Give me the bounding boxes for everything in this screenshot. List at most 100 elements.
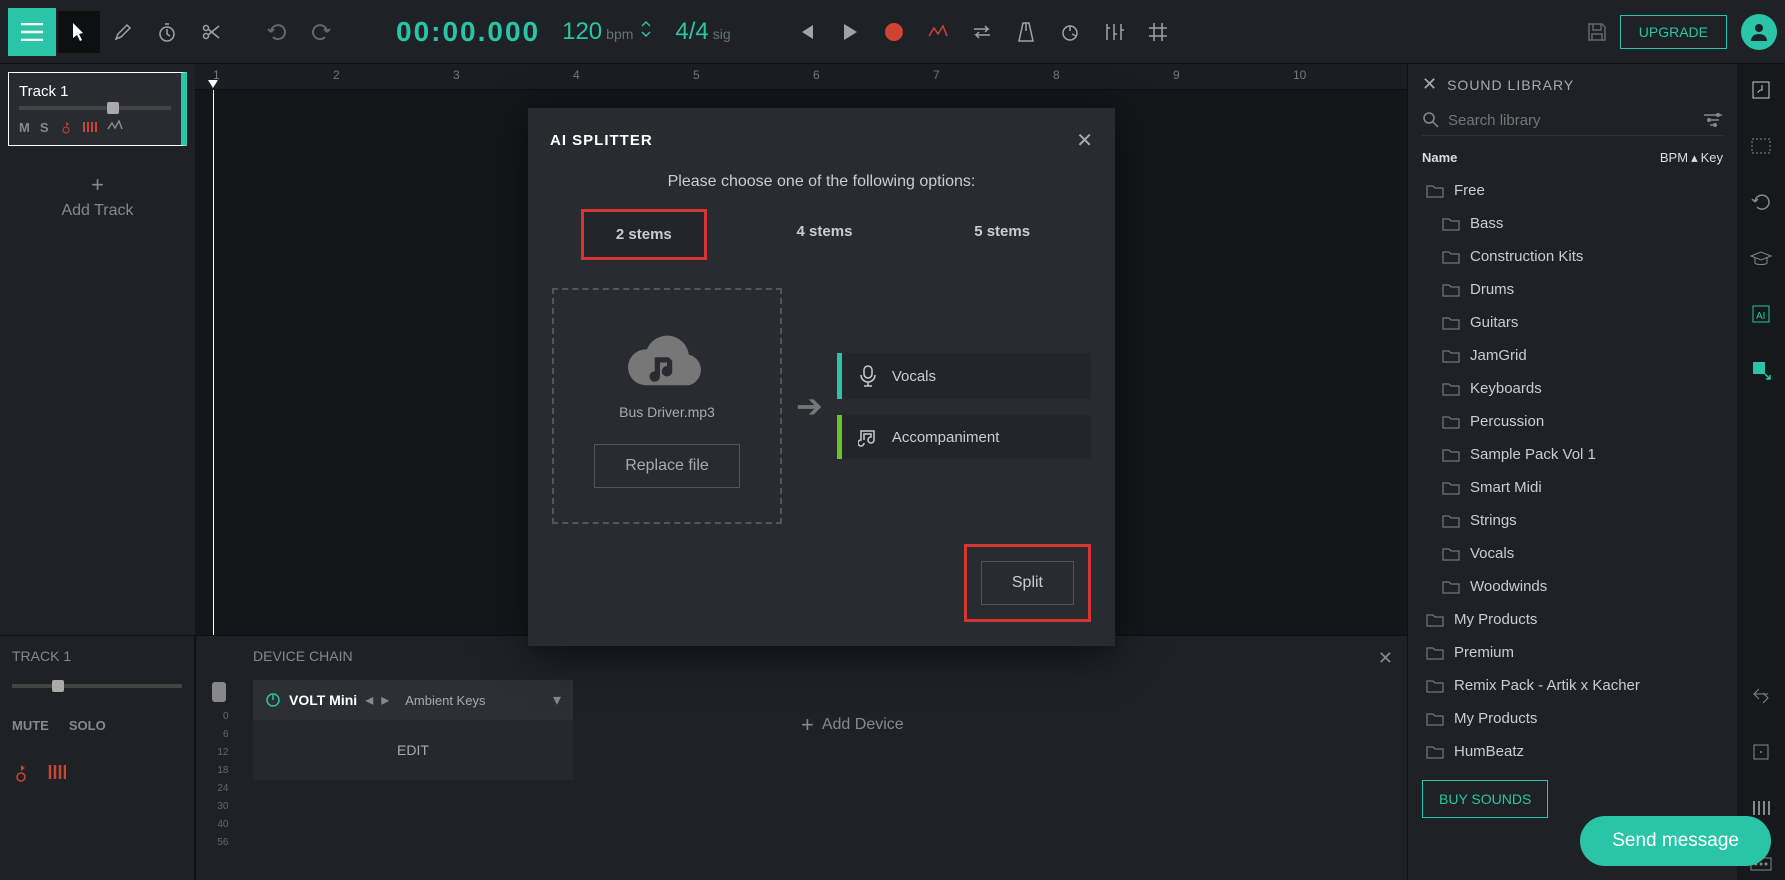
tab-library[interactable]	[1745, 74, 1777, 106]
send-message-button[interactable]: Send message	[1580, 816, 1771, 866]
modal-close-button[interactable]: ✕	[1076, 128, 1093, 153]
tab-ai[interactable]: AI	[1745, 298, 1777, 330]
tab-midi[interactable]	[1745, 130, 1777, 162]
tuning-button[interactable]	[1049, 11, 1091, 53]
lib-folder-bass[interactable]: Bass	[1422, 207, 1723, 240]
timer-tool[interactable]	[146, 11, 188, 53]
filter-icon[interactable]	[1703, 112, 1723, 128]
col-key[interactable]: Key	[1701, 150, 1723, 166]
tempo-display[interactable]: 120 bpm	[562, 18, 653, 46]
col-bpm[interactable]: BPM	[1660, 150, 1688, 166]
device-edit-button[interactable]: EDIT	[253, 720, 573, 780]
modal-prompt: Please choose one of the following optio…	[528, 167, 1115, 209]
add-track-button[interactable]: + Add Track	[0, 154, 195, 238]
redo-icon	[310, 22, 332, 42]
add-device-button[interactable]: + Add Device	[801, 712, 904, 738]
lib-folder-vocals[interactable]: Vocals	[1422, 537, 1723, 570]
snap-button[interactable]	[1137, 11, 1179, 53]
sound-library-panel: ✕ SOUND LIBRARY Name BPM ▴ Key Free Bass…	[1407, 64, 1785, 880]
rewind-button[interactable]	[785, 11, 827, 53]
volume-handle[interactable]	[212, 682, 226, 702]
ruler-mark: 10	[1293, 68, 1306, 82]
tab-history[interactable]	[1745, 186, 1777, 218]
time-signature[interactable]: 4/4 sig	[675, 18, 730, 46]
menu-button[interactable]	[8, 8, 56, 56]
tab-learn[interactable]	[1745, 242, 1777, 274]
lib-folder-strings[interactable]: Strings	[1422, 504, 1723, 537]
mixer-button[interactable]	[1093, 11, 1135, 53]
play-icon	[842, 23, 858, 41]
track-volume-slider[interactable]	[19, 106, 171, 110]
lib-folder-remix[interactable]: Remix Pack - Artik x Kacher	[1422, 669, 1723, 702]
track-1[interactable]: Track 1 M S	[8, 72, 187, 146]
cursor-tool[interactable]	[58, 11, 100, 53]
lib-folder-construction[interactable]: Construction Kits	[1422, 240, 1723, 273]
stems-tab-5[interactable]: 5 stems	[942, 209, 1062, 260]
lib-folder-samplepack[interactable]: Sample Pack Vol 1	[1422, 438, 1723, 471]
close-library[interactable]: ✕	[1422, 74, 1437, 95]
loop-button[interactable]	[961, 11, 1003, 53]
undo-button[interactable]	[256, 11, 298, 53]
tempo-stepper-icon	[639, 19, 653, 39]
record-button[interactable]	[873, 11, 915, 53]
save-button[interactable]	[1576, 11, 1618, 53]
undo-icon	[266, 22, 288, 42]
automation-icon	[928, 24, 948, 40]
preset-dropdown-icon[interactable]: ▾	[553, 690, 561, 710]
track-automation-icon[interactable]	[107, 120, 123, 135]
tab-import[interactable]	[1745, 354, 1777, 386]
preset-next-icon[interactable]: ▸	[381, 690, 389, 710]
track-solo[interactable]: S	[40, 120, 49, 135]
time-display[interactable]: 00:00.000	[396, 16, 540, 48]
tab-collapse[interactable]	[1745, 680, 1777, 712]
stems-tab-2[interactable]: 2 stems	[581, 209, 707, 260]
expand-icon	[1752, 743, 1770, 761]
track-instrument-icon[interactable]	[83, 120, 97, 135]
automation-tool[interactable]	[917, 11, 959, 53]
lib-folder-free[interactable]: Free	[1422, 174, 1723, 207]
inspector-arm-icon[interactable]	[12, 763, 30, 783]
timeline-ruler[interactable]: 1 2 3 4 5 6 7 8 9 10	[195, 64, 1407, 90]
lib-folder-drums[interactable]: Drums	[1422, 273, 1723, 306]
inspector-pan-slider[interactable]	[12, 684, 182, 688]
search-input[interactable]	[1448, 112, 1703, 129]
pencil-tool[interactable]	[102, 11, 144, 53]
preset-prev-icon[interactable]: ◂	[365, 690, 373, 710]
file-dropzone[interactable]: Bus Driver.mp3 Replace file	[552, 288, 782, 524]
lib-folder-guitars[interactable]: Guitars	[1422, 306, 1723, 339]
stems-tab-4[interactable]: 4 stems	[765, 209, 885, 260]
device-name: VOLT Mini	[289, 692, 357, 708]
split-button[interactable]: Split	[981, 561, 1074, 605]
inspector-solo[interactable]: SOLO	[69, 718, 106, 733]
tab-expand[interactable]	[1745, 736, 1777, 768]
metronome-button[interactable]	[1005, 11, 1047, 53]
lib-folder-premium[interactable]: Premium	[1422, 636, 1723, 669]
lib-folder-myproducts[interactable]: My Products	[1422, 603, 1723, 636]
lib-folder-jamgrid[interactable]: JamGrid	[1422, 339, 1723, 372]
ruler-mark: 9	[1173, 68, 1180, 82]
track-arm-icon[interactable]	[59, 120, 73, 135]
lib-folder-woodwinds[interactable]: Woodwinds	[1422, 570, 1723, 603]
upgrade-button[interactable]: UPGRADE	[1620, 15, 1727, 49]
user-avatar[interactable]	[1741, 14, 1777, 50]
inspector-instrument-icon[interactable]	[48, 763, 66, 783]
buy-sounds-button[interactable]: BUY SOUNDS	[1422, 780, 1548, 818]
device-preset[interactable]: Ambient Keys	[405, 693, 485, 708]
device-power-icon[interactable]	[265, 692, 281, 708]
lib-folder-percussion[interactable]: Percussion	[1422, 405, 1723, 438]
inspector-mute[interactable]: MUTE	[12, 718, 49, 733]
col-name[interactable]: Name	[1422, 150, 1660, 166]
cut-tool[interactable]	[190, 11, 232, 53]
lib-folder-keyboards[interactable]: Keyboards	[1422, 372, 1723, 405]
close-chain-button[interactable]: ✕	[1378, 648, 1393, 669]
track-mute[interactable]: M	[19, 120, 30, 135]
ruler-mark: 2	[333, 68, 340, 82]
replace-file-button[interactable]: Replace file	[594, 444, 740, 488]
plus-icon: +	[801, 712, 814, 738]
music-note-icon	[858, 427, 878, 447]
lib-folder-smartmidi[interactable]: Smart Midi	[1422, 471, 1723, 504]
lib-folder-humbeatz[interactable]: HumBeatz	[1422, 735, 1723, 768]
redo-button[interactable]	[300, 11, 342, 53]
play-button[interactable]	[829, 11, 871, 53]
lib-folder-myproducts2[interactable]: My Products	[1422, 702, 1723, 735]
